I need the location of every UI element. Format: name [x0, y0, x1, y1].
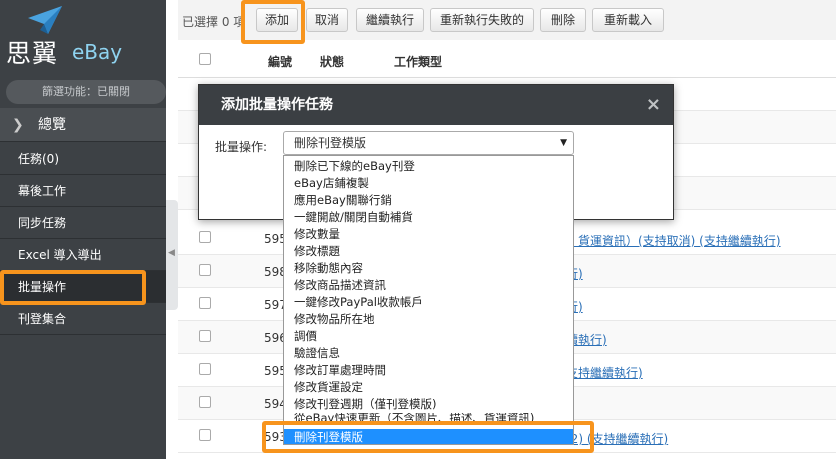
- sidebar-overview[interactable]: ❯ 總覽: [0, 108, 166, 142]
- app-logo[interactable]: 思翼 eBay: [0, 0, 166, 74]
- brand-name-cn: 思翼: [6, 39, 59, 68]
- row-type-link[interactable]: 支持繼續執行): [566, 364, 643, 381]
- option-item[interactable]: 驗證信息: [284, 345, 573, 362]
- resume-button[interactable]: 繼續執行: [356, 8, 424, 32]
- table-header: 編號 狀態 工作類型: [178, 40, 836, 78]
- bird-logo-icon: [28, 6, 62, 34]
- select-value: 刪除刊登模版: [294, 136, 367, 150]
- option-item[interactable]: 修改商品描述資訊: [284, 277, 573, 294]
- option-item[interactable]: 修改訂單處理時間: [284, 362, 573, 379]
- option-item-selected[interactable]: 刪除刊登模版: [284, 429, 573, 444]
- option-item[interactable]: 修改貨運設定: [284, 379, 573, 396]
- column-id[interactable]: 編號: [268, 53, 292, 70]
- chevron-down-icon: ▼: [560, 138, 567, 148]
- option-item[interactable]: 修改物品所在地: [284, 311, 573, 328]
- sidebar: 思翼 eBay 篩選功能：已關閉 ❯ 總覽 任務(0) 幕後工作 同步任務 Exc…: [0, 0, 166, 459]
- modal-title: 添加批量操作任務: [221, 97, 333, 113]
- column-status[interactable]: 狀態: [320, 53, 344, 70]
- sidebar-item-sync-tasks[interactable]: 同步任務: [0, 207, 166, 239]
- selected-count: 已選擇 0 項: [182, 15, 246, 29]
- row-checkbox[interactable]: [199, 330, 211, 342]
- bulk-operation-options: 刪除已下線的eBay刊登 eBay店鋪複製 應用eBay關聯行銷 一鍵開啟/關閉…: [283, 155, 574, 445]
- overview-label: 總覽: [38, 117, 66, 133]
- option-item[interactable]: 移除動態內容: [284, 260, 573, 277]
- cancel-button[interactable]: 取消: [306, 8, 348, 32]
- row-checkbox[interactable]: [199, 429, 211, 441]
- bulk-operation-select[interactable]: 刪除刊登模版 ▼: [283, 131, 574, 155]
- row-checkbox[interactable]: [199, 297, 211, 309]
- reload-button[interactable]: 重新載入: [592, 8, 664, 32]
- column-type[interactable]: 工作類型: [394, 53, 442, 70]
- row-type-link[interactable]: 、貨運資訊）(支持取消) (支持繼續執行): [566, 232, 781, 249]
- row-type-link[interactable]: (2) (支持繼續執行): [566, 430, 668, 447]
- option-item[interactable]: 調價: [284, 328, 573, 345]
- select-all-checkbox[interactable]: [199, 53, 211, 65]
- option-item[interactable]: 一鍵修改PayPal收款帳戶: [284, 294, 573, 311]
- bulk-operation-label: 批量操作:: [215, 140, 268, 154]
- sidebar-item-listing-collections[interactable]: 刊登集合: [0, 303, 166, 335]
- sidebar-collapse-handle[interactable]: ◀: [166, 200, 178, 310]
- close-icon[interactable]: ×: [646, 85, 661, 125]
- option-item[interactable]: 從eBay快速更新（不含圖片、描述、貨運資訊): [284, 413, 573, 424]
- delete-button[interactable]: 刪除: [540, 8, 586, 32]
- sidebar-item-bulk-operations[interactable]: 批量操作: [0, 271, 166, 303]
- option-item[interactable]: 修改刊登週期（僅刊登模版): [284, 396, 573, 413]
- chevron-left-icon: ◀: [168, 248, 175, 258]
- option-item[interactable]: 刪除已下線的eBay刊登: [284, 158, 573, 175]
- sidebar-item-excel-import-export[interactable]: Excel 導入導出: [0, 239, 166, 271]
- option-item[interactable]: 修改數量: [284, 226, 573, 243]
- sidebar-item-tasks[interactable]: 任務(0): [0, 143, 166, 175]
- row-checkbox[interactable]: [199, 231, 211, 243]
- row-checkbox[interactable]: [199, 363, 211, 375]
- chevron-right-icon: ❯: [12, 117, 24, 133]
- brand-name-en: eBay: [72, 40, 123, 64]
- rerun-failed-button[interactable]: 重新執行失敗的: [430, 8, 534, 32]
- row-checkbox[interactable]: [199, 264, 211, 276]
- modal-header: 添加批量操作任務 ×: [199, 85, 673, 125]
- option-item[interactable]: 修改標題: [284, 243, 573, 260]
- option-item[interactable]: eBay店鋪複製: [284, 175, 573, 192]
- toolbar: 已選擇 0 項 添加 取消 繼續執行 重新執行失敗的 刪除 重新載入: [178, 0, 836, 40]
- row-checkbox[interactable]: [199, 396, 211, 408]
- filter-status[interactable]: 篩選功能：已關閉: [6, 80, 166, 104]
- add-button[interactable]: 添加: [256, 8, 298, 32]
- sidebar-item-background-jobs[interactable]: 幕後工作: [0, 175, 166, 207]
- option-item[interactable]: 一鍵開啟/關閉自動補貨: [284, 209, 573, 226]
- option-item[interactable]: 應用eBay關聯行銷: [284, 192, 573, 209]
